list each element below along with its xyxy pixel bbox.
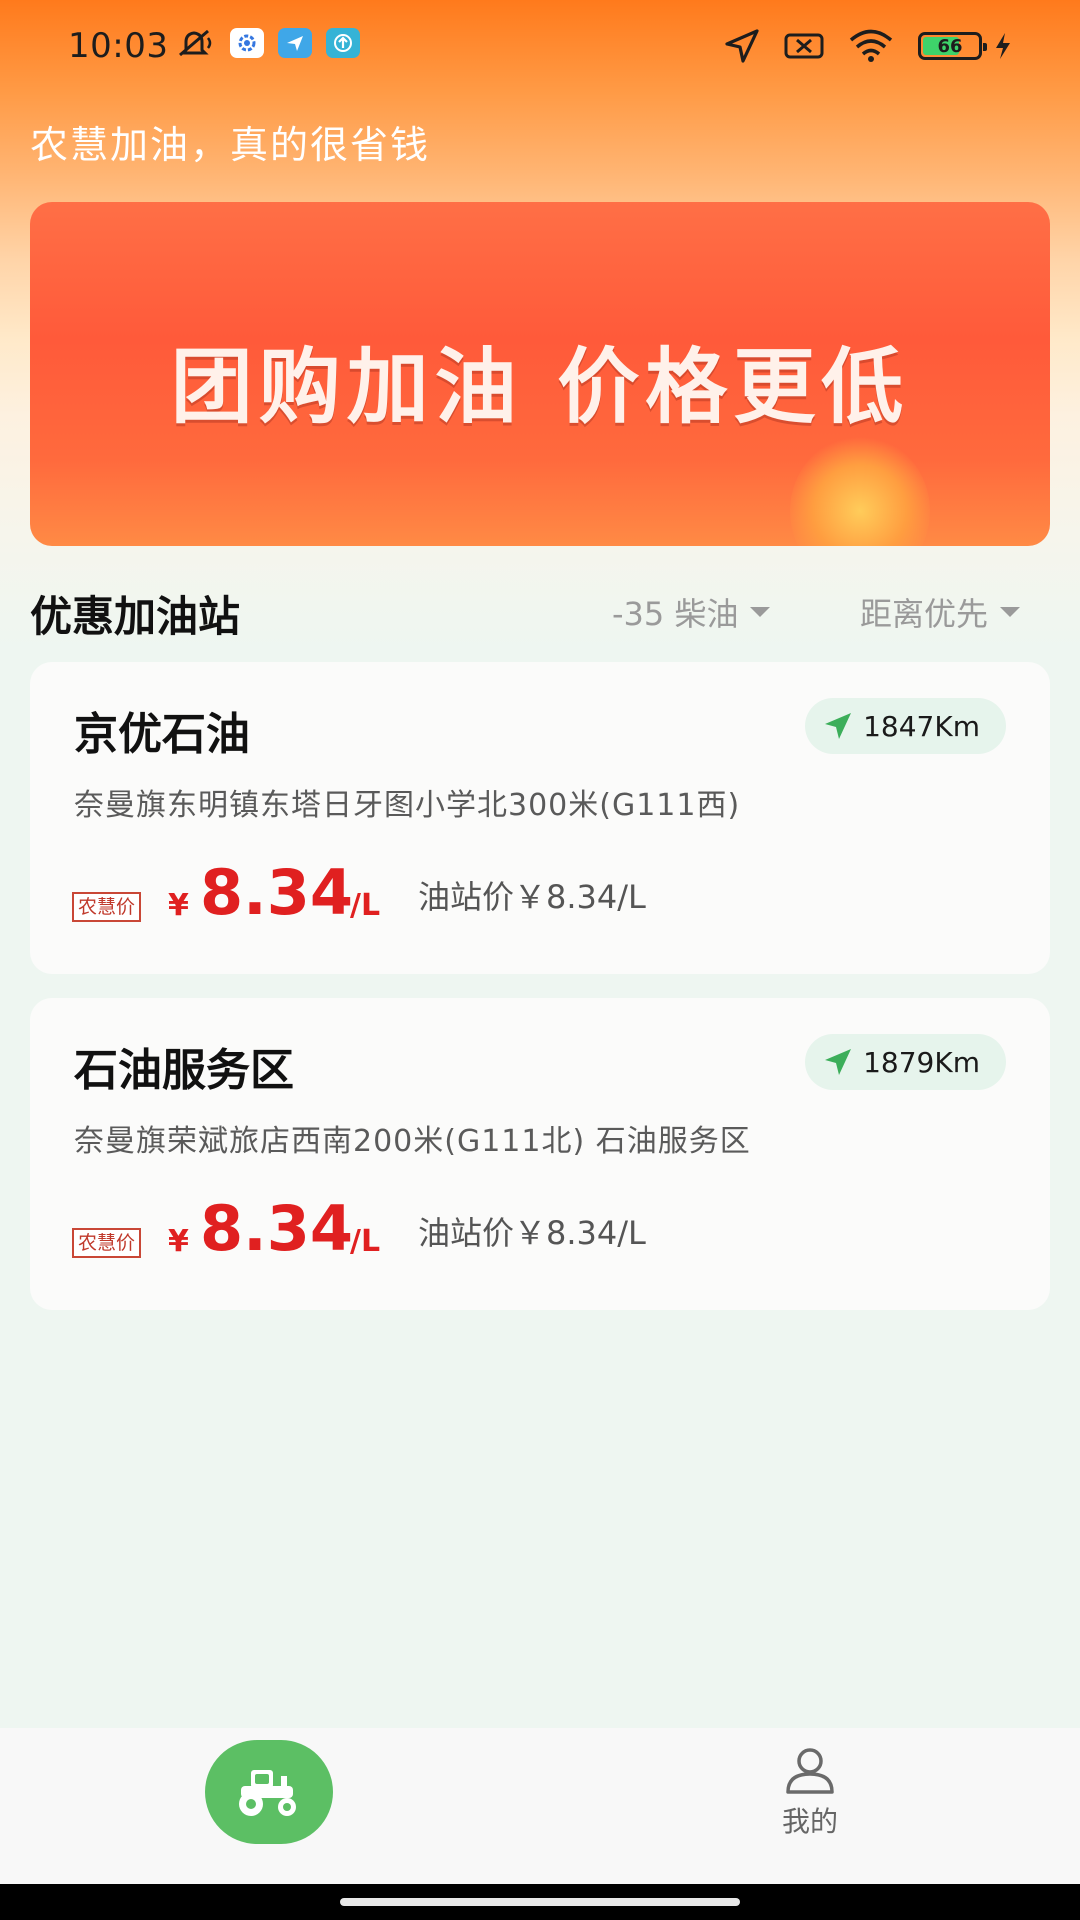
distance-text: 1847Km (863, 709, 980, 743)
banner-text: 团购加油 价格更低 (170, 340, 910, 435)
mute-icon (179, 29, 212, 57)
status-time: 10:03 (68, 26, 169, 66)
tab-mine-label: 我的 (781, 1805, 838, 1838)
bottom-tab-bar: 我的 (0, 1728, 1080, 1884)
tab-home[interactable] (205, 1740, 333, 1844)
sort-filter-label: 距离优先 (860, 595, 989, 633)
navigation-arrow-icon (825, 1049, 852, 1075)
tab-mine[interactable]: 我的 (760, 1746, 860, 1840)
status-bar: 10:03 66 (0, 0, 1080, 96)
currency-symbol: ¥ (168, 1224, 189, 1259)
distance-badge[interactable]: 1879Km (805, 1034, 1006, 1090)
discount-price: 8.34 (200, 856, 353, 929)
station-card[interactable]: 石油服务区 1879Km 奈曼旗荣斌旅店西南200米(G111北) 石油服务区 … (30, 998, 1050, 1310)
location-icon (725, 29, 759, 63)
home-indicator[interactable] (340, 1898, 740, 1906)
wifi-icon (849, 29, 893, 62)
fuel-filter-label: -35 柴油 (612, 595, 739, 633)
station-price: 油站价￥8.34/L (418, 1214, 646, 1252)
upload-app-icon (326, 28, 360, 58)
banner-glow-decoration (790, 436, 930, 546)
distance-text: 1879Km (863, 1045, 980, 1079)
distance-badge[interactable]: 1847Km (805, 698, 1006, 754)
person-icon (786, 1748, 834, 1794)
no-sim-icon (784, 33, 824, 59)
station-price: 油站价￥8.34/L (418, 878, 646, 916)
price-tag-label: 农慧价 (72, 892, 142, 922)
price-row: 农慧价 ¥ 8.34 /L 油站价￥8.34/L (72, 1192, 972, 1274)
header-tagline: 农慧加油，真的很省钱 (30, 123, 431, 167)
discount-price: 8.34 (200, 1192, 353, 1265)
battery-level: 66 (937, 35, 963, 57)
station-address: 奈曼旗东明镇东塔日牙图小学北300米(G111西) (74, 788, 741, 823)
section-header: 优惠加油站 -35 柴油 距离优先 (0, 575, 1080, 645)
charging-icon (996, 33, 1010, 59)
fuel-filter-dropdown[interactable]: -35 柴油 (612, 589, 771, 635)
promo-banner[interactable]: 团购加油 价格更低 (30, 202, 1050, 546)
paper-plane-app-icon (278, 28, 312, 58)
station-name: 京优石油 (74, 709, 250, 760)
caret-down-icon (750, 607, 771, 617)
sort-filter-dropdown[interactable]: 距离优先 (860, 589, 1021, 635)
tractor-icon (239, 1770, 296, 1816)
system-navigation-bar (0, 1884, 1080, 1920)
battery-icon: 66 (918, 32, 987, 60)
price-unit: /L (350, 888, 381, 923)
station-card[interactable]: 京优石油 1847Km 奈曼旗东明镇东塔日牙图小学北300米(G111西) 农慧… (30, 662, 1050, 974)
station-name: 石油服务区 (74, 1045, 294, 1096)
settings-app-icon (230, 28, 264, 58)
caret-down-icon (1000, 607, 1021, 617)
price-row: 农慧价 ¥ 8.34 /L 油站价￥8.34/L (72, 856, 972, 938)
navigation-arrow-icon (825, 713, 852, 739)
currency-symbol: ¥ (168, 888, 189, 923)
price-unit: /L (350, 1224, 381, 1259)
station-address: 奈曼旗荣斌旅店西南200米(G111北) 石油服务区 (74, 1124, 751, 1159)
section-title: 优惠加油站 (30, 592, 241, 641)
price-tag-label: 农慧价 (72, 1228, 142, 1258)
